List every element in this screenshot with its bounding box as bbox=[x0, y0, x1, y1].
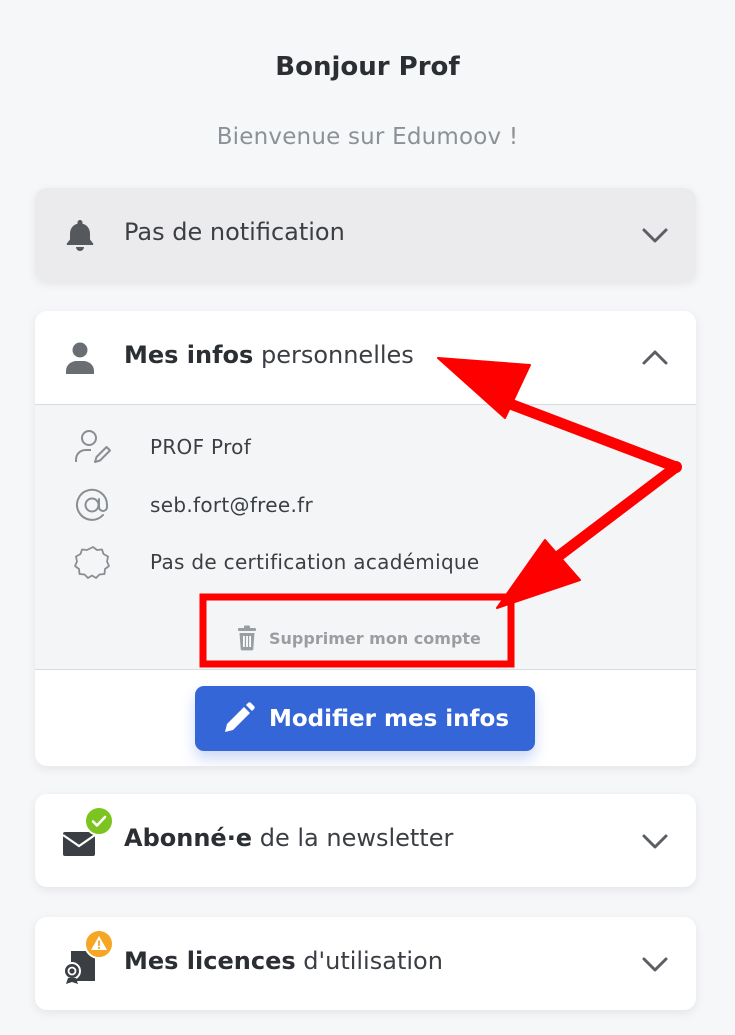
user-name: PROF Prof bbox=[150, 435, 252, 459]
licences-header[interactable]: Mes licences d'utilisation bbox=[35, 917, 696, 1010]
personal-info-details: PROF Prof seb.fort@free.fr Pas de certif… bbox=[35, 404, 696, 670]
page-title: Bonjour Prof bbox=[275, 52, 460, 82]
email-row: seb.fort@free.fr bbox=[35, 485, 696, 525]
licences-panel: Mes licences d'utilisation bbox=[35, 917, 696, 1010]
account-page: Bonjour Prof Bienvenue sur Edumoov ! Pas… bbox=[0, 0, 735, 1035]
notifications-title: Pas de notification bbox=[124, 218, 345, 246]
notifications-header[interactable]: Pas de notification bbox=[35, 188, 696, 281]
at-sign-icon bbox=[73, 487, 113, 523]
licences-title: Mes licences d'utilisation bbox=[124, 947, 443, 975]
pencil-icon bbox=[224, 701, 255, 732]
edit-info-button[interactable]: Modifier mes infos bbox=[195, 686, 535, 751]
bell-icon bbox=[61, 216, 99, 254]
newsletter-title: Abonné·e de la newsletter bbox=[124, 824, 454, 852]
personal-info-panel: Mes infos personnelles PROF Prof seb.for… bbox=[35, 311, 696, 766]
delete-account-button[interactable]: Supprimer mon compte bbox=[235, 618, 481, 658]
delete-account-label: Supprimer mon compte bbox=[269, 628, 481, 648]
chevron-down-icon[interactable] bbox=[640, 826, 670, 856]
warning-badge-icon bbox=[84, 929, 114, 959]
edit-info-label: Modifier mes infos bbox=[268, 705, 510, 732]
certification-badge-icon bbox=[73, 544, 113, 580]
name-row: PROF Prof bbox=[35, 427, 696, 467]
personal-info-title: Mes infos personnelles bbox=[124, 341, 414, 369]
user-email: seb.fort@free.fr bbox=[150, 493, 313, 517]
personal-info-header[interactable]: Mes infos personnelles bbox=[35, 311, 696, 404]
user-icon bbox=[61, 339, 99, 377]
newsletter-panel: Abonné·e de la newsletter bbox=[35, 794, 696, 887]
newsletter-header[interactable]: Abonné·e de la newsletter bbox=[35, 794, 696, 887]
certification-row: Pas de certification académique bbox=[35, 542, 696, 582]
welcome-subtitle: Bienvenue sur Edumoov ! bbox=[216, 124, 519, 150]
certification-status: Pas de certification académique bbox=[150, 550, 480, 574]
chevron-up-icon[interactable] bbox=[640, 343, 670, 373]
user-edit-icon bbox=[73, 429, 113, 465]
notifications-panel: Pas de notification bbox=[35, 188, 696, 281]
chevron-down-icon[interactable] bbox=[640, 220, 670, 250]
check-badge-icon bbox=[84, 806, 114, 836]
trash-icon bbox=[235, 625, 259, 651]
chevron-down-icon[interactable] bbox=[640, 949, 670, 979]
